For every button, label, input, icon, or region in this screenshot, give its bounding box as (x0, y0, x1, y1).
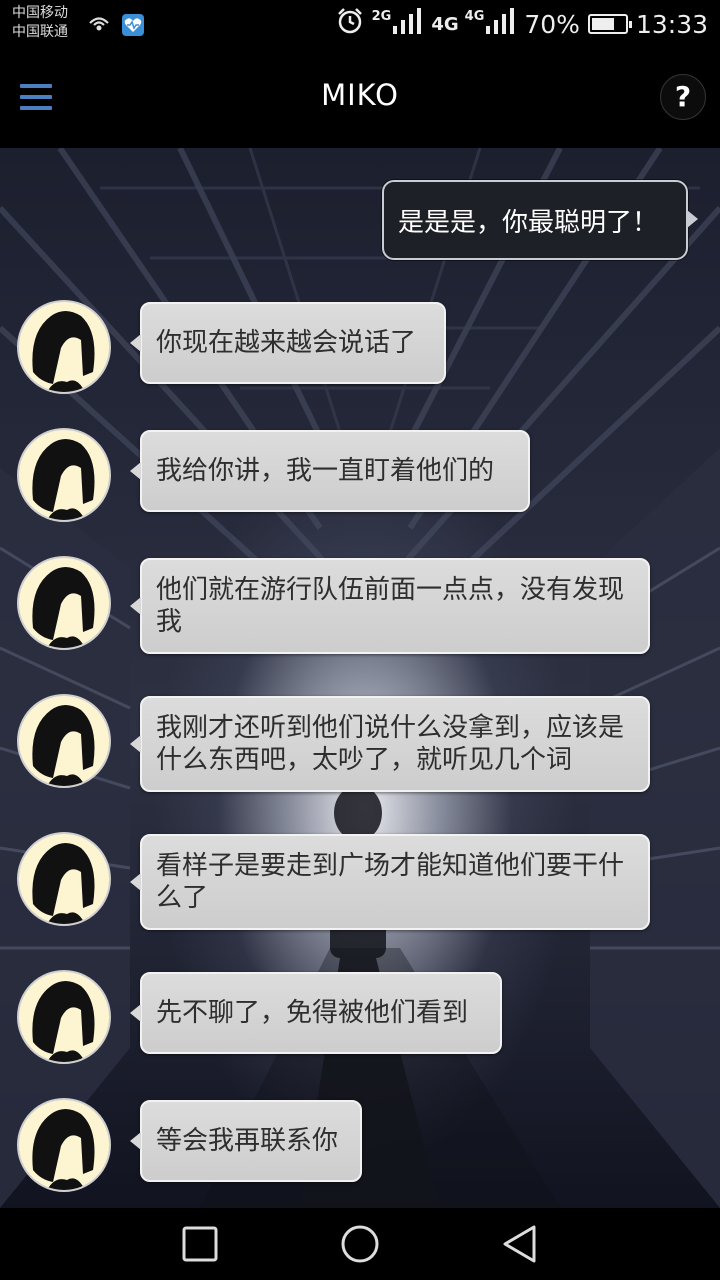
network-4g-small-label: 4G (464, 8, 485, 24)
avatar[interactable] (17, 300, 111, 394)
status-bar: 中国移动 中国联通 2G 4G 4G 70% 13:33 (0, 0, 720, 48)
avatar[interactable] (17, 970, 111, 1064)
carrier-1: 中国移动 (12, 5, 68, 21)
incoming-message-bubble[interactable]: 等会我再联系你 (130, 1100, 362, 1182)
avatar[interactable] (17, 1098, 111, 1192)
chat-area[interactable]: 是是是，你最聪明了！ 你现在越来越会说话了 我给你讲，我一直盯着他们的 他们就在… (0, 148, 720, 1208)
battery-level (591, 18, 614, 30)
notification-icons (86, 12, 144, 38)
outgoing-message-bubble[interactable]: 是是是，你最聪明了！ (382, 180, 698, 260)
hotspot-icon (86, 12, 112, 38)
avatar[interactable] (17, 428, 111, 522)
avatar[interactable] (17, 694, 111, 788)
signal-strength-icon-2 (486, 8, 516, 40)
network-2g-label: 2G (371, 8, 392, 24)
incoming-message-bubble[interactable]: 他们就在游行队伍前面一点点，没有发现我 (130, 558, 650, 654)
navigation-bar (0, 1208, 720, 1280)
health-app-icon (122, 14, 144, 36)
app-header: MIKO ? (0, 48, 720, 148)
signal-strength-icon (393, 8, 423, 40)
home-circle-icon[interactable] (339, 1224, 381, 1270)
system-status: 2G 4G 4G 70% 13:33 (336, 0, 708, 48)
incoming-message-bubble[interactable]: 先不聊了，免得被他们看到 (130, 972, 502, 1054)
clock: 13:33 (635, 9, 708, 39)
incoming-message-bubble[interactable]: 你现在越来越会说话了 (130, 302, 446, 384)
avatar[interactable] (17, 832, 111, 926)
avatar[interactable] (17, 556, 111, 650)
network-4g-label: 4G (431, 13, 459, 35)
recents-square-icon[interactable] (182, 1224, 218, 1268)
incoming-message-bubble[interactable]: 我给你讲，我一直盯着他们的 (130, 430, 530, 512)
page-title: MIKO (321, 78, 399, 112)
battery-percent: 70% (524, 9, 580, 39)
question-mark-icon[interactable]: ? (660, 74, 706, 120)
carrier-2: 中国联通 (12, 24, 68, 40)
incoming-message-bubble[interactable]: 我刚才还听到他们说什么没拿到，应该是什么东西吧，太吵了，就听见几个词 (130, 696, 650, 792)
carrier-info: 中国移动 中国联通 (12, 4, 68, 42)
alarm-clock-icon (336, 7, 364, 41)
battery-icon (587, 14, 632, 34)
incoming-message-bubble[interactable]: 看样子是要走到广场才能知道他们要干什么了 (130, 834, 650, 930)
back-triangle-icon[interactable] (500, 1224, 540, 1270)
chat-screen: 中国移动 中国联通 2G 4G 4G 70% 13:33 MIKO ? 是是是，… (0, 0, 720, 1280)
